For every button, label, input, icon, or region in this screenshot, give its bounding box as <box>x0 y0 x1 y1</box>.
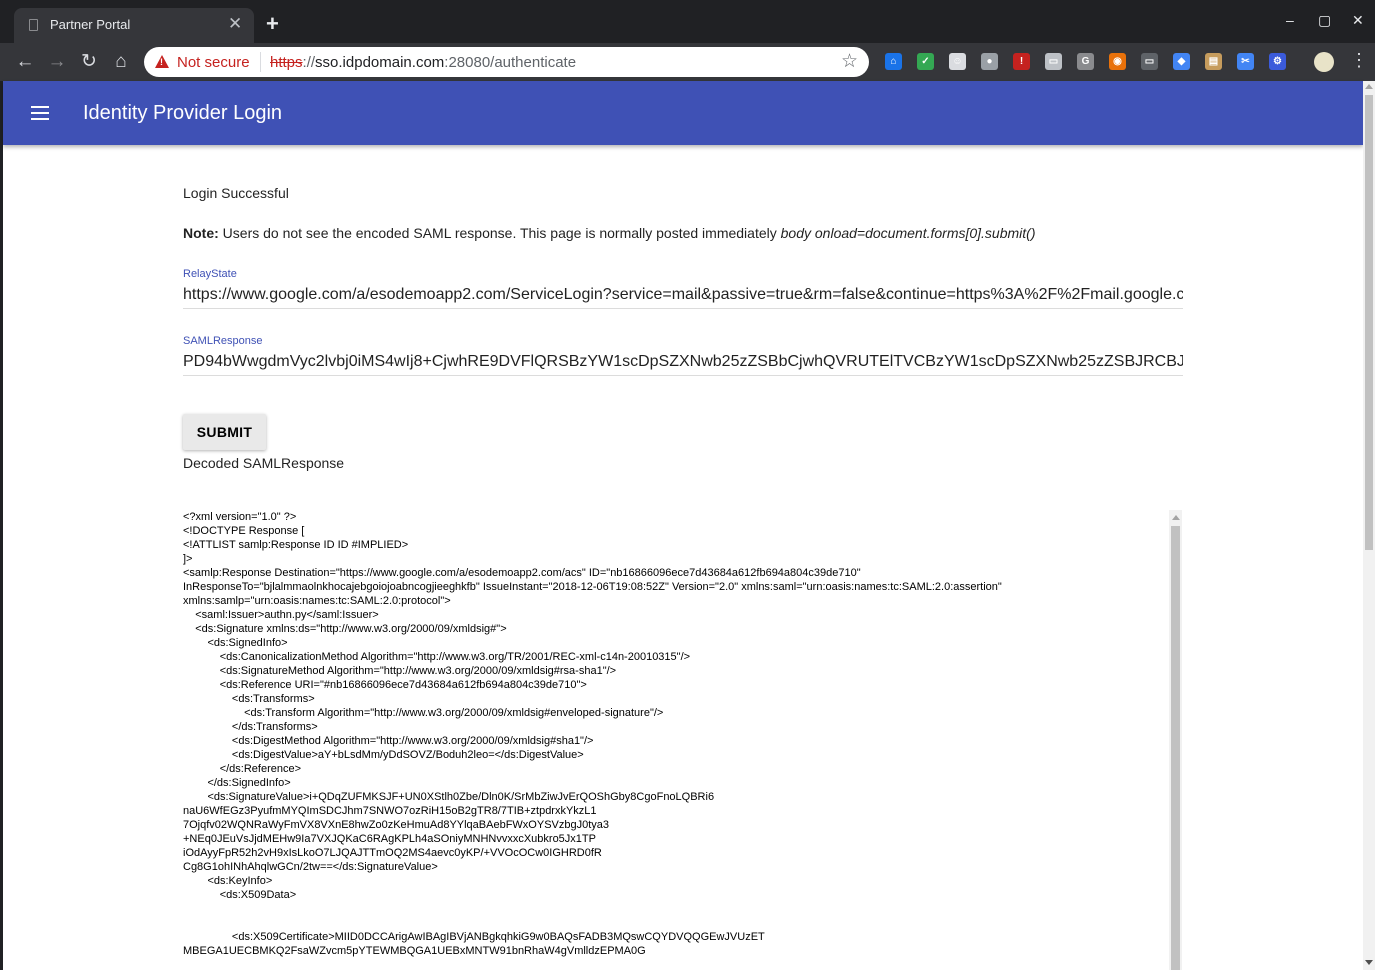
xml-line: naU6WfEGz3PyufmMYQImSDCJhm7SNWO7ozRiH15o… <box>183 805 597 817</box>
note-text: Note: Users do not see the encoded SAML … <box>183 225 1036 241</box>
xml-line: <!DOCTYPE Response [ <box>183 525 305 537</box>
saml-response-label: SAMLResponse <box>183 335 263 347</box>
relay-state-input[interactable] <box>183 282 1183 309</box>
address-bar[interactable]: Not secure https://sso.idpdomain.com:280… <box>144 47 869 77</box>
note-code: body onload=document.forms[0].submit() <box>780 225 1036 241</box>
back-arrow-icon[interactable]: ← <box>13 50 37 74</box>
scrollbar-thumb[interactable] <box>1171 526 1180 970</box>
xml-line: MBEGA1UECBMKQ2FsaWZvcm5pYTEWMBQGA1UEBxMN… <box>183 945 646 957</box>
xml-line: </ds:Transforms> <box>183 721 318 733</box>
bookmark-star-icon[interactable]: ☆ <box>841 50 858 73</box>
xml-line <box>183 916 1169 930</box>
gear-extension-icon[interactable]: ⚙ <box>1269 53 1286 70</box>
note-body: Users do not see the encoded SAML respon… <box>218 225 781 241</box>
app-bar: Identity Provider Login <box>3 81 1363 145</box>
xml-line: <ds:SignatureMethod Algorithm="http://ww… <box>183 665 617 677</box>
menu-icon-bar <box>31 112 49 114</box>
browser-toolbar: ← → ↻ ⌂ Not secure https://sso.idpdomain… <box>0 43 1375 81</box>
not-secure-label[interactable]: Not secure <box>177 54 250 71</box>
menu-icon-bar <box>31 118 49 120</box>
home-icon[interactable]: ⌂ <box>109 50 133 74</box>
xml-line: +NEq0JEuVsJjdMEHw9Ia7VXJQKaC6RAgKPLh4aSO… <box>183 833 596 845</box>
page-scroll-up-icon[interactable] <box>1365 84 1373 89</box>
xml-line: <ds:X509Certificate>MIID0DCCArigAwIBAgIB… <box>183 931 765 943</box>
xml-line <box>183 902 1169 916</box>
xml-line: ]> <box>183 553 193 565</box>
menu-icon[interactable] <box>31 106 49 120</box>
reload-icon[interactable]: ↻ <box>77 50 101 74</box>
url-divider <box>260 52 261 72</box>
xml-line: <ds:Signature xmlns:ds="http://www.w3.or… <box>183 623 507 635</box>
xml-line: 7Ojqfv02WQNRaWyFmVX8VXnE8hwZo0zKeHmuAd8Y… <box>183 819 610 831</box>
note-label: Note: <box>183 225 219 241</box>
maximize-icon[interactable]: ▢ <box>1318 10 1331 30</box>
xml-line: <ds:DigestMethod Algorithm="http://www.w… <box>183 735 594 747</box>
laptop-extension-icon[interactable]: ▭ <box>1141 53 1158 70</box>
tab-close-icon[interactable]: ✕ <box>228 15 242 32</box>
url-scheme: https <box>270 54 303 71</box>
url-text[interactable]: https://sso.idpdomain.com:28080/authenti… <box>270 54 576 71</box>
page-scroll-down-icon[interactable] <box>1365 960 1373 965</box>
firefox-extension-icon[interactable]: ◉ <box>1109 53 1126 70</box>
submit-button[interactable]: SUBMIT <box>183 414 266 450</box>
decoded-saml-label: Decoded SAMLResponse <box>183 455 345 471</box>
browser-tab[interactable]: Partner Portal ✕ <box>14 8 254 43</box>
xml-line: <?xml version="1.0" ?> <box>183 511 297 523</box>
page-scrollbar[interactable] <box>1363 81 1375 970</box>
xml-line: <ds:SignedInfo> <box>183 637 288 649</box>
xml-line: <ds:Transforms> <box>183 693 315 705</box>
browser-menu-icon[interactable]: ⋮ <box>1350 51 1368 69</box>
circle-extension-icon[interactable]: ● <box>981 53 998 70</box>
xml-line: <ds:DigestValue>aY+bLsdMm/yDdSOVZ/Boduh2… <box>183 749 584 761</box>
xml-line: <ds:Transform Algorithm="http://www.w3.o… <box>183 707 664 719</box>
menu-icon-bar <box>31 106 49 108</box>
scissors-extension-icon[interactable]: ✂ <box>1237 53 1254 70</box>
url-path: :28080/authenticate <box>444 54 577 71</box>
forward-arrow-icon[interactable]: → <box>45 50 69 74</box>
page-icon <box>29 19 38 31</box>
url-host: sso.idpdomain.com <box>315 54 445 71</box>
url-scheme-sep: :// <box>302 54 316 71</box>
xml-line: <saml:Issuer>authn.py</saml:Issuer> <box>183 609 379 621</box>
ghost-extension-icon[interactable]: ☺ <box>949 53 966 70</box>
window-left-edge <box>0 81 3 970</box>
check-extension-icon[interactable]: ✓ <box>917 53 934 70</box>
window-close-icon[interactable]: ✕ <box>1352 10 1364 30</box>
xml-line: Cg8G1ohINhAhqlwGCn/2tw==</ds:SignatureVa… <box>183 861 438 873</box>
browser-tab-strip: Partner Portal ✕ + – ▢ ✕ <box>0 0 1375 43</box>
decoded-saml-textarea[interactable]: <?xml version="1.0" ?> <!DOCTYPE Response… <box>183 510 1169 970</box>
g-extension-icon[interactable]: G <box>1077 53 1094 70</box>
profile-avatar[interactable] <box>1314 52 1334 72</box>
xml-line: <ds:SignatureValue>i+QDqZUFMKSJF+UN0XStl… <box>183 791 715 803</box>
xml-line: </ds:Reference> <box>183 763 302 775</box>
xml-line: iOdAyyFpR52h2vH9xIsLkoO7LJQAJTTmOQ2MS4ae… <box>183 847 602 859</box>
xml-line: <ds:CanonicalizationMethod Algorithm="ht… <box>183 651 691 663</box>
xml-line: <ds:KeyInfo> <box>183 875 273 887</box>
xml-line: InResponseTo="bjlalmmaolnkhocajebgoiojoa… <box>183 581 1002 593</box>
book-extension-icon[interactable]: ▤ <box>1205 53 1222 70</box>
minimize-icon[interactable]: – <box>1286 10 1294 30</box>
xml-line: <!ATTLIST samlp:Response ID ID #IMPLIED> <box>183 539 409 551</box>
new-tab-button[interactable]: + <box>266 13 279 35</box>
tab-title: Partner Portal <box>50 17 131 32</box>
login-status: Login Successful <box>183 185 289 201</box>
xml-line: </ds:SignedInfo> <box>183 777 291 789</box>
page-scrollbar-thumb[interactable] <box>1365 95 1373 550</box>
xml-line: xmlns:samlp="urn:oasis:names:tc:SAML:2.0… <box>183 595 451 607</box>
xml-line: <ds:X509Data> <box>183 889 297 901</box>
app-title: Identity Provider Login <box>83 102 283 124</box>
warning-icon[interactable] <box>155 55 169 68</box>
shield-extension-icon[interactable]: ◆ <box>1173 53 1190 70</box>
textarea-scrollbar[interactable] <box>1169 510 1182 970</box>
xml-line: <ds:Reference URI="#nb16866096ece7d43684… <box>183 679 587 691</box>
scroll-up-icon[interactable] <box>1172 515 1180 520</box>
card-extension-icon[interactable]: ▭ <box>1045 53 1062 70</box>
bank-extension-icon[interactable]: ⌂ <box>885 53 902 70</box>
saml-response-input[interactable] <box>183 349 1183 376</box>
relay-state-label: RelayState <box>183 268 237 280</box>
alert-extension-icon[interactable]: ! <box>1013 53 1030 70</box>
xml-line: <samlp:Response Destination="https://www… <box>183 567 861 579</box>
